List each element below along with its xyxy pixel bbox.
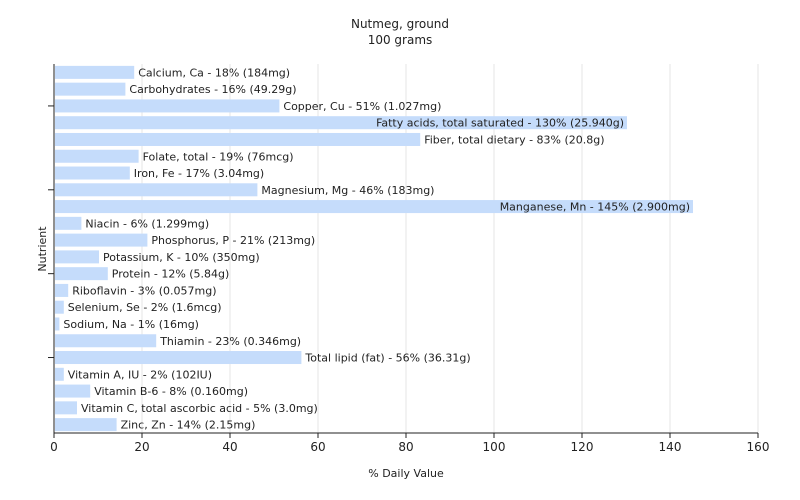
bar-label-4: Fiber, total dietary - 83% (20.8g): [424, 133, 604, 146]
bar-2: [55, 99, 280, 113]
bar-label-18: Vitamin A, IU - 2% (102IU): [68, 368, 212, 381]
x-tick-label-0: 0: [50, 440, 58, 454]
bar-4: [55, 132, 421, 146]
bar-11: [55, 250, 99, 264]
x-tick-label-8: 160: [747, 440, 770, 454]
bar-label-6: Iron, Fe - 17% (3.04mg): [134, 167, 264, 180]
bar-7: [55, 183, 258, 197]
x-axis-label: % Daily Value: [368, 467, 444, 480]
bar-label-5: Folate, total - 19% (76mcg): [143, 150, 294, 163]
bar-label-15: Sodium, Na - 1% (16mg): [63, 318, 199, 331]
bar-5: [55, 149, 139, 163]
bars: Calcium, Ca - 18% (184mg) Carbohydrates -…: [55, 65, 693, 432]
nutrient-bar-chart: Nutmeg, ground 100 grams Calcium, Ca - 1…: [36, 17, 770, 480]
bar-label-21: Zinc, Zn - 14% (2.15mg): [121, 419, 256, 432]
chart: Nutmeg, ground 100 grams Calcium, Ca - 1…: [0, 0, 800, 500]
bar-label-8: Manganese, Mn - 145% (2.900mg): [500, 201, 690, 214]
bar-label-1: Carbohydrates - 16% (49.29g): [129, 83, 296, 96]
bar-12: [55, 267, 108, 281]
chart-subtitle: 100 grams: [368, 33, 433, 47]
bar-19: [55, 384, 91, 398]
bar-label-14: Selenium, Se - 2% (1.6mcg): [68, 301, 222, 314]
bar-15: [55, 317, 60, 331]
bar-label-10: Phosphorus, P - 21% (213mg): [151, 234, 315, 247]
bar-10: [55, 233, 148, 247]
bar-label-7: Magnesium, Mg - 46% (183mg): [261, 184, 434, 197]
bar-label-3: Fatty acids, total saturated - 130% (25.…: [376, 117, 624, 130]
bar-label-12: Protein - 12% (5.84g): [112, 268, 230, 281]
x-tick-label-3: 60: [310, 440, 325, 454]
x-tick-label-4: 80: [398, 440, 413, 454]
x-tick-label-1: 20: [134, 440, 149, 454]
bar-20: [55, 401, 77, 415]
x-tick-label-7: 140: [659, 440, 682, 454]
x-tick-label-2: 40: [222, 440, 237, 454]
bar-label-19: Vitamin B-6 - 8% (0.160mg): [94, 385, 248, 398]
bar-label-13: Riboflavin - 3% (0.057mg): [72, 284, 216, 297]
chart-title: Nutmeg, ground: [351, 17, 449, 31]
bar-6: [55, 166, 130, 180]
bar-9: [55, 216, 82, 230]
bar-label-16: Thiamin - 23% (0.346mg): [159, 335, 301, 348]
bar-14: [55, 300, 64, 314]
bar-label-9: Niacin - 6% (1.299mg): [85, 217, 209, 230]
x-tick-label-6: 120: [571, 440, 594, 454]
bar-16: [55, 334, 157, 348]
bar-label-2: Copper, Cu - 51% (1.027mg): [283, 100, 441, 113]
bar-17: [55, 351, 302, 365]
bar-label-11: Potassium, K - 10% (350mg): [103, 251, 260, 264]
bar-0: [55, 65, 135, 79]
bar-21: [55, 418, 117, 432]
bar-label-0: Calcium, Ca - 18% (184mg): [138, 66, 290, 79]
x-tick-label-5: 100: [483, 440, 506, 454]
y-axis-label: Nutrient: [36, 226, 49, 272]
bar-label-17: Total lipid (fat) - 56% (36.31g): [304, 352, 470, 365]
bar-18: [55, 367, 64, 381]
bar-label-20: Vitamin C, total ascorbic acid - 5% (3.0…: [81, 402, 318, 415]
bar-1: [55, 82, 126, 96]
bar-13: [55, 283, 69, 297]
